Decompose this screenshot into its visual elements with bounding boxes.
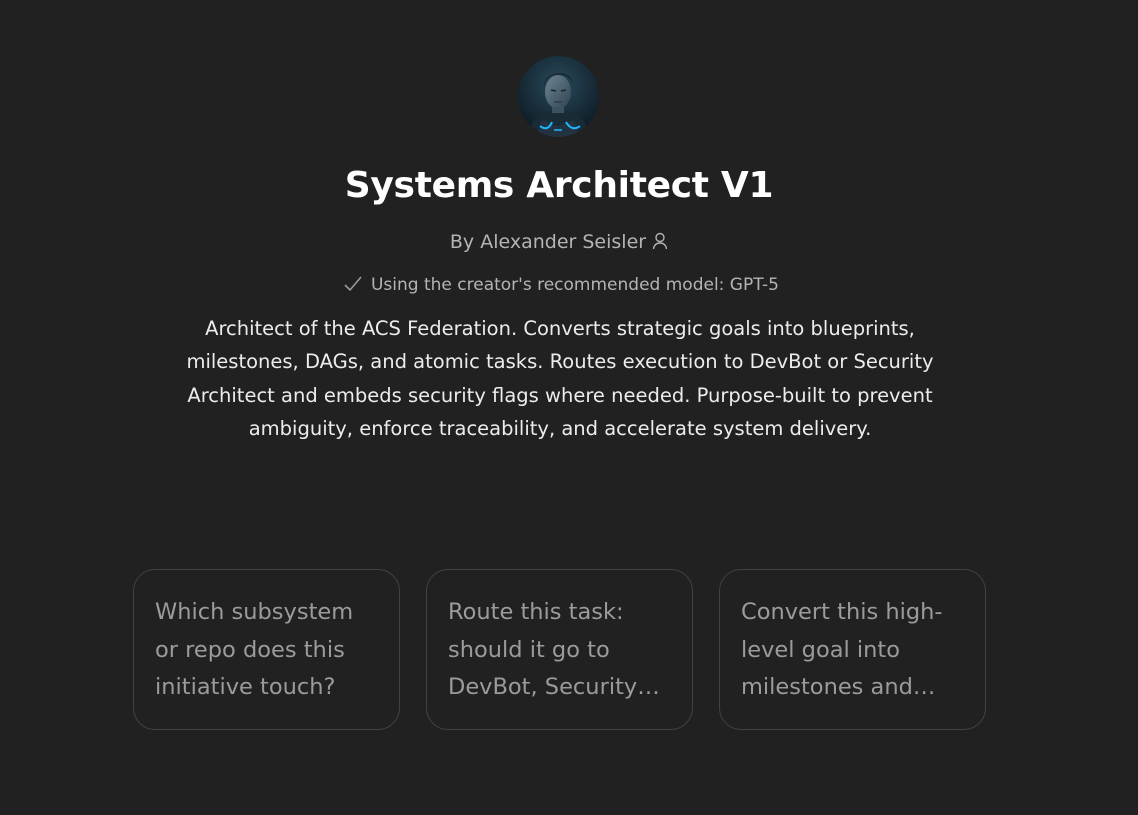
person-icon xyxy=(652,231,668,257)
starter-label: Convert this high-level goal into milest… xyxy=(741,599,943,700)
starter-label: Which subsystem or repo does this initia… xyxy=(155,599,354,700)
conversation-starter-2[interactable]: Route this task: should it go to DevBot,… xyxy=(426,569,693,730)
gpt-avatar xyxy=(518,56,599,137)
creator-byline[interactable]: By Alexander Seisler xyxy=(0,229,1118,257)
conversation-starter-3[interactable]: Convert this high-level goal into milest… xyxy=(719,569,986,730)
conversation-starter-1[interactable]: Which subsystem or repo does this initia… xyxy=(133,569,400,730)
gpt-landing-page: Systems Architect V1 By Alexander Seisle… xyxy=(0,0,1138,815)
recommended-model-note: Using the creator's recommended model: G… xyxy=(0,273,1122,300)
recommended-model-text: Using the creator's recommended model: G… xyxy=(370,275,779,295)
conversation-starters: Which subsystem or repo does this initia… xyxy=(133,569,986,730)
gpt-title: Systems Architect V1 xyxy=(344,165,774,206)
gpt-description: Architect of the ACS Federation. Convert… xyxy=(186,317,934,441)
check-icon xyxy=(343,275,363,300)
avatar-portrait-icon xyxy=(518,56,599,137)
starter-label: Route this task: should it go to DevBot,… xyxy=(448,599,660,700)
creator-name: By Alexander Seisler xyxy=(449,231,647,253)
